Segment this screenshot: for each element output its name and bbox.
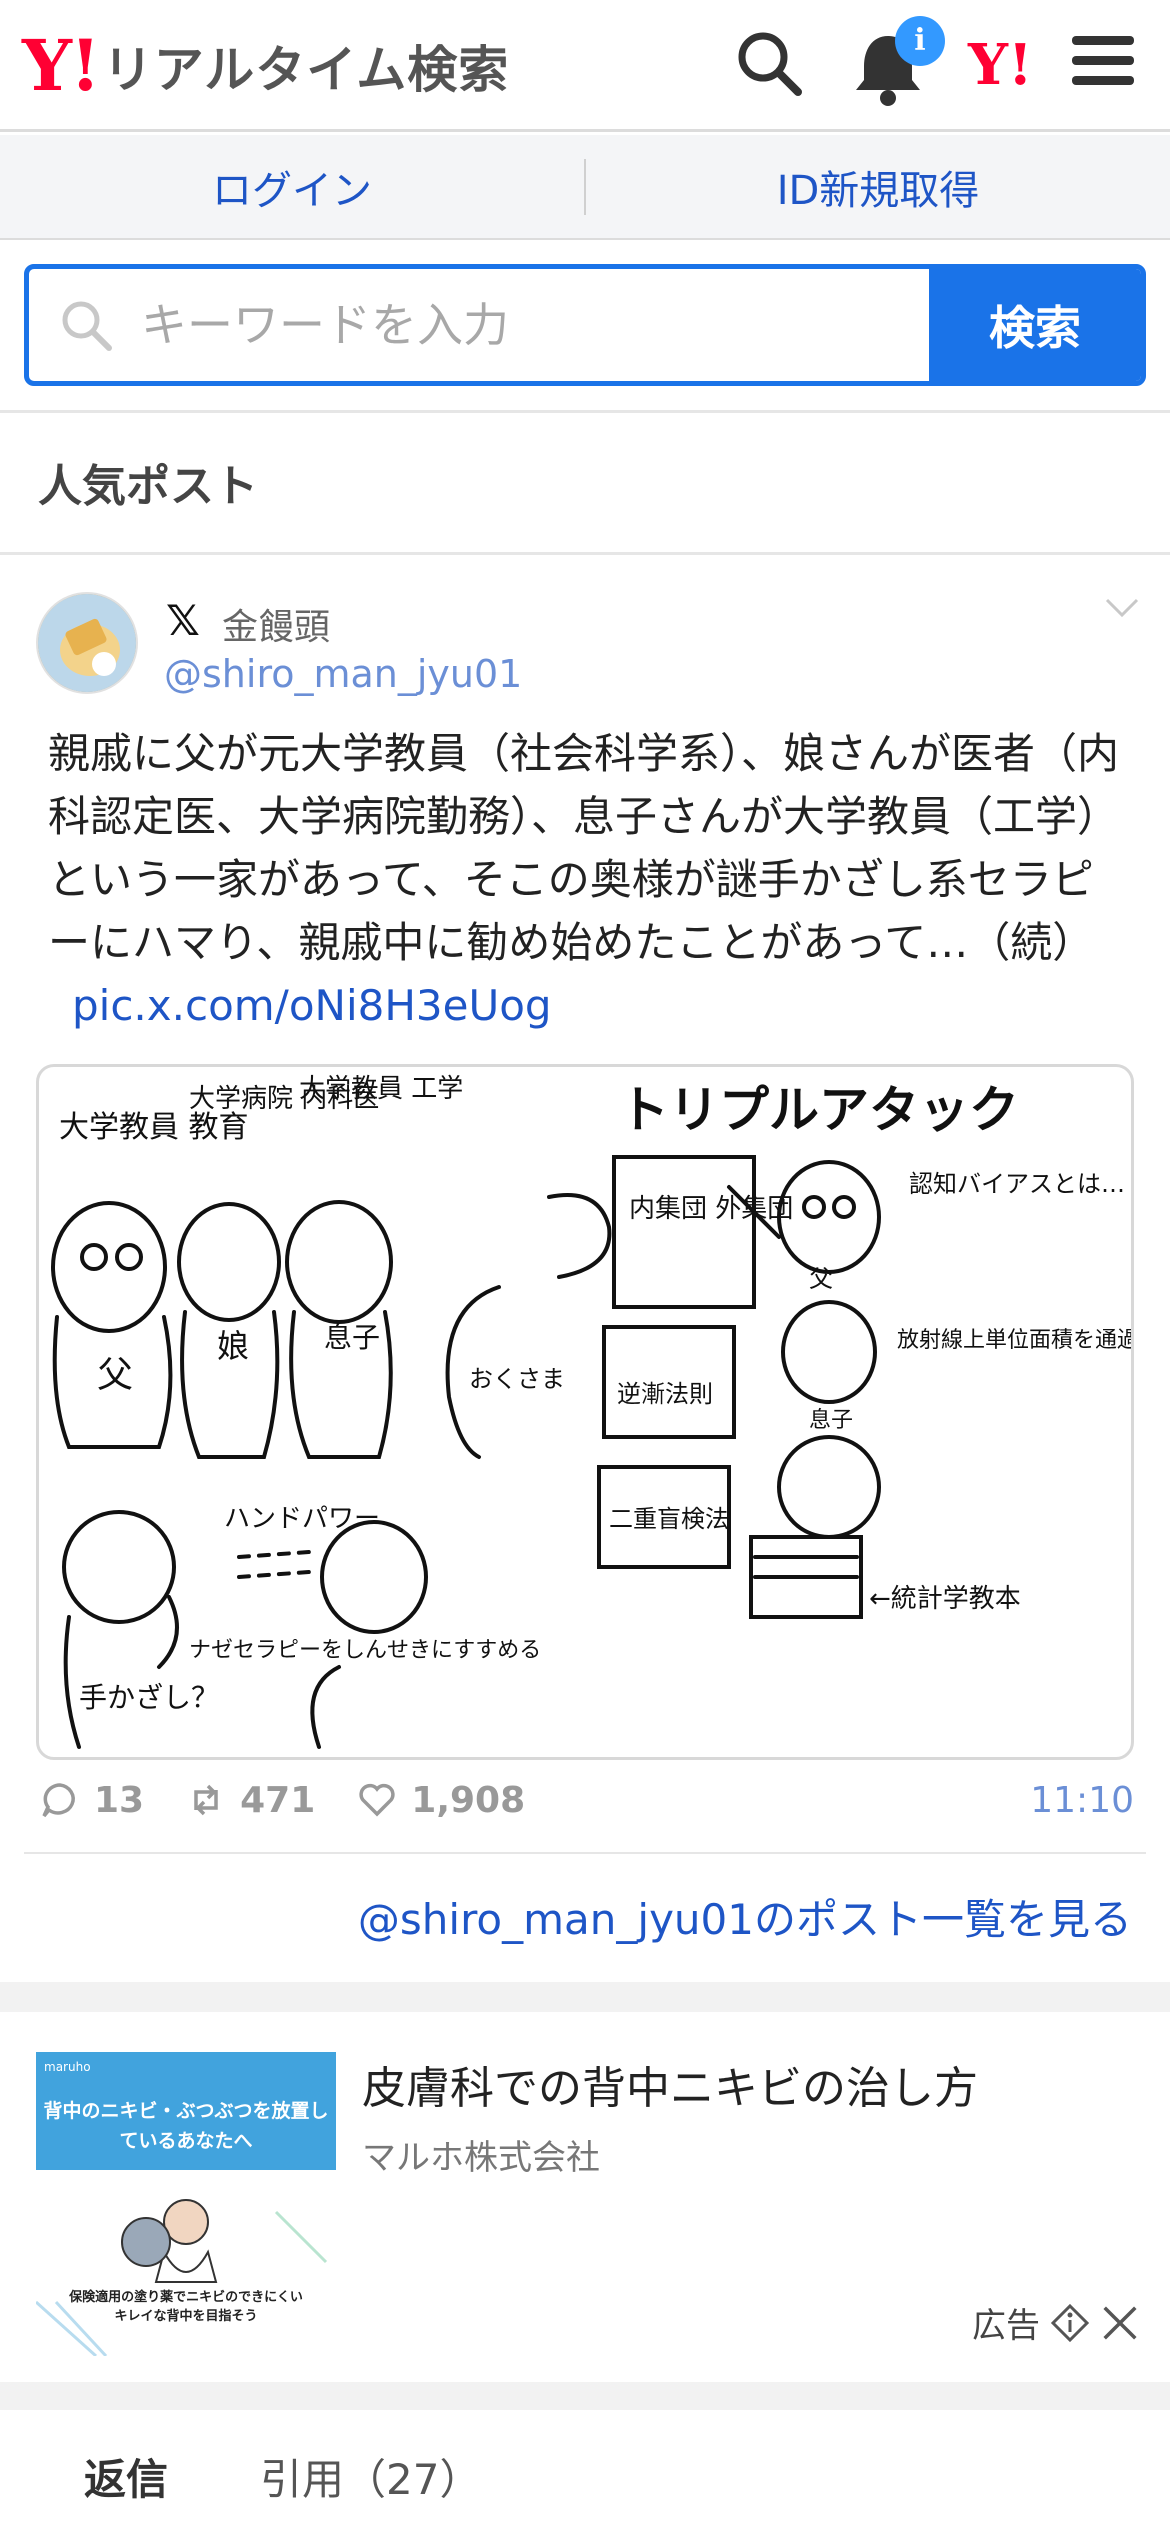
post-stats: 13 471 1,908 11:10 — [40, 1776, 1134, 1824]
image-board1: 内集団 外集団 — [629, 1194, 793, 1224]
search-input-icon — [62, 301, 112, 351]
image-why: ナゼセラピーをしんせきにすすめる — [189, 1638, 541, 1663]
chevron-down-icon[interactable] — [1104, 596, 1140, 620]
image-dad-small: 父 — [809, 1265, 833, 1293]
search-bar: 検索 — [24, 264, 1146, 386]
ad-title[interactable]: 皮膚科での背中ニキビの治し方 — [362, 2052, 978, 2116]
image-label-son: 大学教員 工学 — [299, 1074, 463, 1104]
author-handle[interactable]: @shiro_man_jyu01 — [164, 652, 522, 696]
x-logo-icon: 𝕏 — [166, 596, 200, 645]
section-separator — [0, 1982, 1170, 2012]
search-icon[interactable] — [734, 28, 804, 98]
image-son-small: 息子 — [809, 1408, 853, 1433]
ad-image-caption: 保険適用の塗り薬でニキビのできにくいキレイな背中を目指そう — [69, 2290, 303, 2324]
ad-label-text: 広告 — [972, 2306, 1040, 2346]
image-mom: おくさま — [469, 1365, 565, 1393]
post-image[interactable]: トリプルアタック 大学教員 教育 大学病院 内科医 大学教員 工学 父 娘 息子… — [36, 1064, 1134, 1760]
author-name[interactable]: 金饅頭 — [222, 598, 330, 650]
image-board3: 二重盲検法 — [609, 1505, 729, 1533]
repost-icon — [194, 1784, 218, 1816]
tab-quotes[interactable]: 引用（27） — [260, 2446, 481, 2507]
like-count-value: 1,908 — [411, 1779, 526, 1821]
signup-link[interactable]: ID新規取得 — [586, 158, 1170, 216]
avatar[interactable] — [36, 592, 138, 694]
ad-company[interactable]: マルホ株式会社 — [362, 2130, 600, 2179]
image-label-dad: 大学教員 教育 — [59, 1110, 249, 1145]
reply-count-value: 13 — [94, 1779, 145, 1821]
post-image-link[interactable]: pic.x.com/oNi8H3eUog — [72, 981, 552, 1030]
post-text: 親戚に父が元大学教員（社会科学系）、娘さんが医者（内科認定医、大学病院勤務）、息… — [48, 722, 1128, 1037]
repost-count[interactable]: 471 — [186, 1780, 315, 1821]
like-count[interactable]: 1,908 — [357, 1780, 525, 1821]
post-tabs: 返信 引用（27） — [0, 2420, 1170, 2532]
image-physics: 放射線上単位面積を通過するエネルギーは一定なので… — [897, 1328, 1131, 1353]
image-daughter: 娘 — [217, 1327, 249, 1365]
logo-mark: Y! — [22, 24, 101, 107]
image-stats-book: ←統計学教本 — [869, 1584, 1021, 1614]
search-field[interactable] — [29, 269, 929, 381]
reply-count[interactable]: 13 — [40, 1780, 144, 1821]
yahoo-icon[interactable]: Y! — [968, 32, 1033, 98]
image-title: トリプルアタック — [619, 1081, 1019, 1139]
divider — [0, 552, 1170, 555]
ad-info-icon[interactable] — [1050, 2303, 1090, 2343]
image-handpower: ハンドパワー — [224, 1504, 380, 1534]
ad-image[interactable]: 背中のニキビ・ぶつぶつを放置しているあなたへ maruho 保険適用の塗り薬でニ… — [36, 2052, 336, 2356]
close-icon[interactable] — [1100, 2303, 1140, 2343]
image-board2: 逆漸法則 — [617, 1380, 713, 1408]
login-bar: ログイン ID新規取得 — [0, 135, 1170, 240]
post-time[interactable]: 11:10 — [1030, 1780, 1134, 1821]
post-body: 親戚に父が元大学教員（社会科学系）、娘さんが医者（内科認定医、大学病院勤務）、息… — [48, 729, 1120, 967]
image-dad: 父 — [97, 1355, 133, 1396]
ad-label: 広告 — [972, 2298, 1140, 2347]
notification-badge: i — [895, 16, 945, 66]
section-title: 人気ポスト — [38, 461, 258, 512]
tab-replies[interactable]: 返信 — [84, 2446, 168, 2507]
yahoo-realtime-logo[interactable]: Y! リアルタイム検索 — [22, 30, 509, 102]
logo-text: リアルタイム検索 — [102, 41, 510, 99]
menu-icon[interactable] — [1072, 36, 1134, 92]
reply-icon — [42, 1783, 75, 1818]
app-header: Y! リアルタイム検索 i Y! — [0, 0, 1170, 132]
image-son: 息子 — [324, 1321, 380, 1354]
image-question: 手かざし？ — [79, 1681, 219, 1714]
section-separator — [0, 2382, 1170, 2410]
login-link[interactable]: ログイン — [0, 158, 584, 216]
heart-icon — [359, 1783, 395, 1817]
search-input[interactable] — [141, 298, 841, 352]
image-bias: 認知バイアスとは… — [909, 1170, 1125, 1198]
author-posts-link[interactable]: @shiro_man_jyu01のポスト一覧を見る — [358, 1886, 1132, 1947]
search-button[interactable]: 検索 — [929, 269, 1141, 381]
divider — [24, 1852, 1146, 1854]
divider — [0, 410, 1170, 413]
repost-count-value: 471 — [240, 1779, 316, 1821]
